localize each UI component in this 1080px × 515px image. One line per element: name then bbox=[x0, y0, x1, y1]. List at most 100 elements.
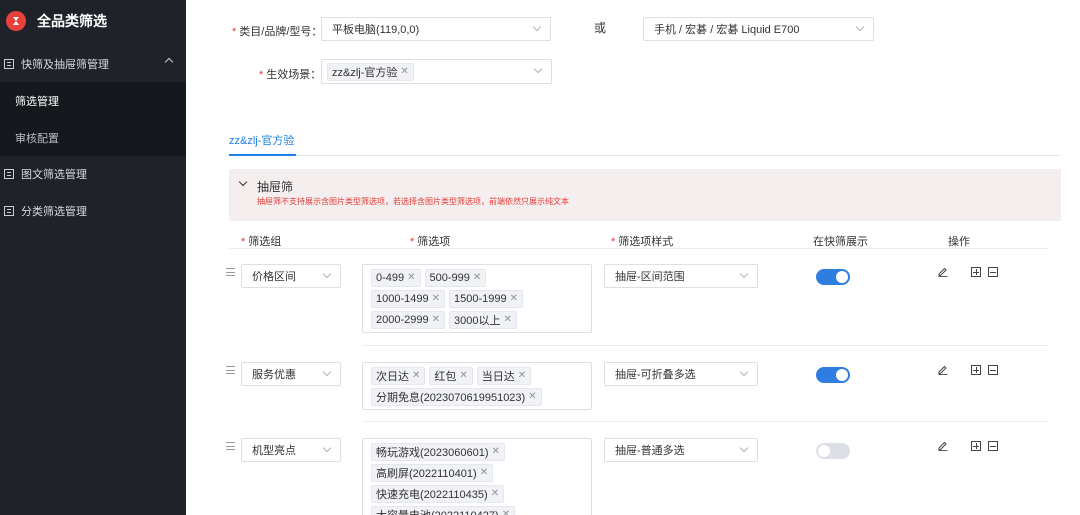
row-style-select[interactable]: 抽屉-普通多选 bbox=[604, 438, 758, 462]
plus-square-icon[interactable] bbox=[971, 441, 981, 451]
chevron-down-icon bbox=[739, 269, 749, 279]
shield-logo-icon bbox=[6, 11, 26, 31]
app-title: 全品类筛选 bbox=[37, 13, 107, 29]
filter-tag: 当日达 ✕ bbox=[476, 366, 532, 385]
pencil-icon[interactable] bbox=[938, 441, 948, 451]
scene-tag: zz&zlj-官方验 ✕ bbox=[327, 62, 414, 81]
close-icon[interactable]: ✕ bbox=[459, 370, 467, 381]
close-icon[interactable]: ✕ bbox=[412, 370, 420, 381]
sidebar-item-label: 筛选管理 bbox=[15, 95, 59, 108]
drawer-panel-header: 抽屉筛 抽屉筛不支持展示含图片类型筛选项，若选择含图片类型筛选项，前端依然只展示… bbox=[229, 169, 1061, 221]
pencil-icon[interactable] bbox=[938, 267, 948, 277]
sidebar: 全品类筛选 快筛及抽屉筛管理 筛选管理 审核配置 图文筛选管理 分类筛选管理 bbox=[0, 0, 186, 515]
column-header-group: * 筛选组 bbox=[241, 236, 282, 248]
row-style-select[interactable]: 抽屉-可折叠多选 bbox=[604, 362, 758, 386]
chevron-down-icon bbox=[532, 22, 542, 32]
drag-handle-icon[interactable] bbox=[226, 366, 235, 374]
row-group-select[interactable]: 机型亮点 bbox=[241, 438, 341, 462]
filter-tag: 分期免息(2023070619951023) ✕ bbox=[371, 387, 542, 406]
close-icon[interactable]: ✕ bbox=[528, 391, 536, 402]
close-icon[interactable]: ✕ bbox=[432, 314, 440, 325]
filter-tag: 500-999 ✕ bbox=[424, 268, 487, 287]
chevron-down-icon[interactable] bbox=[238, 177, 248, 187]
filter-tag: 快速充电(2022110435) ✕ bbox=[371, 484, 505, 503]
main-content: * 类目/品牌/型号： 平板电脑(119,0,0) 或 手机 / 宏碁 / 宏碁 … bbox=[186, 0, 1080, 515]
close-icon[interactable]: ✕ bbox=[510, 293, 518, 304]
drag-handle-icon[interactable] bbox=[226, 442, 235, 450]
app-logo[interactable]: 全品类筛选 bbox=[6, 9, 107, 33]
sidebar-item-audit-config[interactable]: 审核配置 bbox=[0, 119, 186, 156]
close-icon[interactable]: ✕ bbox=[400, 66, 408, 77]
close-icon[interactable]: ✕ bbox=[407, 272, 415, 283]
chevron-down-icon bbox=[322, 443, 332, 453]
column-header-ops: 操作 bbox=[948, 236, 970, 248]
category-select[interactable]: 平板电脑(119,0,0) bbox=[321, 17, 551, 41]
row-style-select[interactable]: 抽屉-区间范围 bbox=[604, 264, 758, 288]
filter-tag: 1500-1999 ✕ bbox=[449, 289, 523, 308]
minus-square-icon[interactable] bbox=[988, 365, 998, 375]
chevron-down-icon bbox=[739, 443, 749, 453]
close-icon[interactable]: ✕ bbox=[480, 467, 488, 478]
plus-square-icon[interactable] bbox=[971, 365, 981, 375]
tab-divider bbox=[229, 155, 1061, 156]
minus-square-icon[interactable] bbox=[988, 267, 998, 277]
close-icon[interactable]: ✕ bbox=[518, 370, 526, 381]
menu-group-label: 图文筛选管理 bbox=[21, 169, 87, 181]
scene-select[interactable]: zz&zlj-官方验 ✕ bbox=[321, 59, 552, 84]
column-header-style: * 筛选项样式 bbox=[611, 236, 674, 248]
menu-group-label: 分类筛选管理 bbox=[21, 206, 87, 218]
close-icon[interactable]: ✕ bbox=[503, 314, 511, 325]
filter-tag: 3000以上 ✕ bbox=[449, 310, 517, 329]
menu-group-label: 快筛及抽屉筛管理 bbox=[21, 59, 109, 71]
chevron-up-icon bbox=[164, 57, 174, 67]
pencil-icon[interactable] bbox=[938, 365, 948, 375]
close-icon[interactable]: ✕ bbox=[502, 509, 510, 515]
header-divider bbox=[229, 248, 1049, 249]
chevron-down-icon bbox=[322, 367, 332, 377]
filter-tag: 1000-1499 ✕ bbox=[371, 289, 445, 308]
chevron-down-icon bbox=[739, 367, 749, 377]
sidebar-item-label: 审核配置 bbox=[15, 132, 59, 145]
row-divider bbox=[362, 421, 1048, 422]
plus-square-icon[interactable] bbox=[971, 267, 981, 277]
quick-show-toggle[interactable] bbox=[816, 443, 850, 459]
filter-tag: 0-499 ✕ bbox=[371, 268, 421, 287]
row-group-select[interactable]: 服务优惠 bbox=[241, 362, 341, 386]
or-text: 或 bbox=[594, 21, 607, 35]
sidebar-item-filter-manage[interactable]: 筛选管理 bbox=[0, 82, 186, 119]
menu-group-category[interactable]: 分类筛选管理 bbox=[0, 193, 186, 229]
scene-label: * 生效场景： bbox=[259, 69, 322, 81]
column-header-show: 在快筛展示 bbox=[813, 236, 868, 248]
filter-tag: 高刷屏(2022110401) ✕ bbox=[371, 463, 494, 482]
filter-tag: 2000-2999 ✕ bbox=[371, 310, 445, 329]
tab-active-indicator bbox=[229, 154, 296, 156]
tab-official-check[interactable]: zz&zlj-官方验 bbox=[229, 132, 294, 148]
minus-square-icon[interactable] bbox=[988, 441, 998, 451]
chevron-down-icon bbox=[855, 22, 865, 32]
list-icon bbox=[4, 206, 14, 216]
column-header-items: * 筛选项 bbox=[410, 236, 451, 248]
chevron-down-icon bbox=[322, 269, 332, 279]
chevron-down-icon bbox=[533, 64, 543, 74]
row-items-box[interactable]: 0-499 ✕ 500-999 ✕ 1000-1499 ✕ 1500-1999 ✕ 20… bbox=[362, 264, 592, 333]
row-group-select[interactable]: 价格区间 bbox=[241, 264, 341, 288]
list-icon bbox=[4, 169, 14, 179]
menu-group-quick-drawer[interactable]: 快筛及抽屉筛管理 bbox=[0, 46, 186, 82]
brand-model-select[interactable]: 手机 / 宏碁 / 宏碁 Liquid E700 bbox=[643, 17, 874, 41]
row-divider bbox=[362, 345, 1048, 346]
drawer-title: 抽屉筛 bbox=[257, 180, 294, 194]
drawer-warning: 抽屉筛不支持展示含图片类型筛选项，若选择含图片类型筛选项，前端依然只展示纯文本 bbox=[257, 197, 569, 206]
close-icon[interactable]: ✕ bbox=[432, 293, 440, 304]
filter-tag: 红包 ✕ bbox=[429, 366, 473, 385]
quick-show-toggle[interactable] bbox=[816, 367, 850, 383]
quick-show-toggle[interactable] bbox=[816, 269, 850, 285]
filter-tag: 大容量电池(2022110427)✕ bbox=[371, 505, 516, 515]
menu-group-image-text[interactable]: 图文筛选管理 bbox=[0, 156, 186, 192]
row-items-box[interactable]: 次日达 ✕ 红包 ✕ 当日达 ✕ 分期免息(2023070619951023) ✕ bbox=[362, 362, 592, 410]
drag-handle-icon[interactable] bbox=[226, 268, 235, 276]
close-icon[interactable]: ✕ bbox=[491, 488, 499, 499]
row-items-box[interactable]: 畅玩游戏(2023060601) ✕ 高刷屏(2022110401) ✕ 快速充电(… bbox=[362, 438, 592, 515]
close-icon[interactable]: ✕ bbox=[473, 272, 481, 283]
filter-tag: 次日达 ✕ bbox=[371, 366, 426, 385]
close-icon[interactable]: ✕ bbox=[492, 446, 500, 457]
